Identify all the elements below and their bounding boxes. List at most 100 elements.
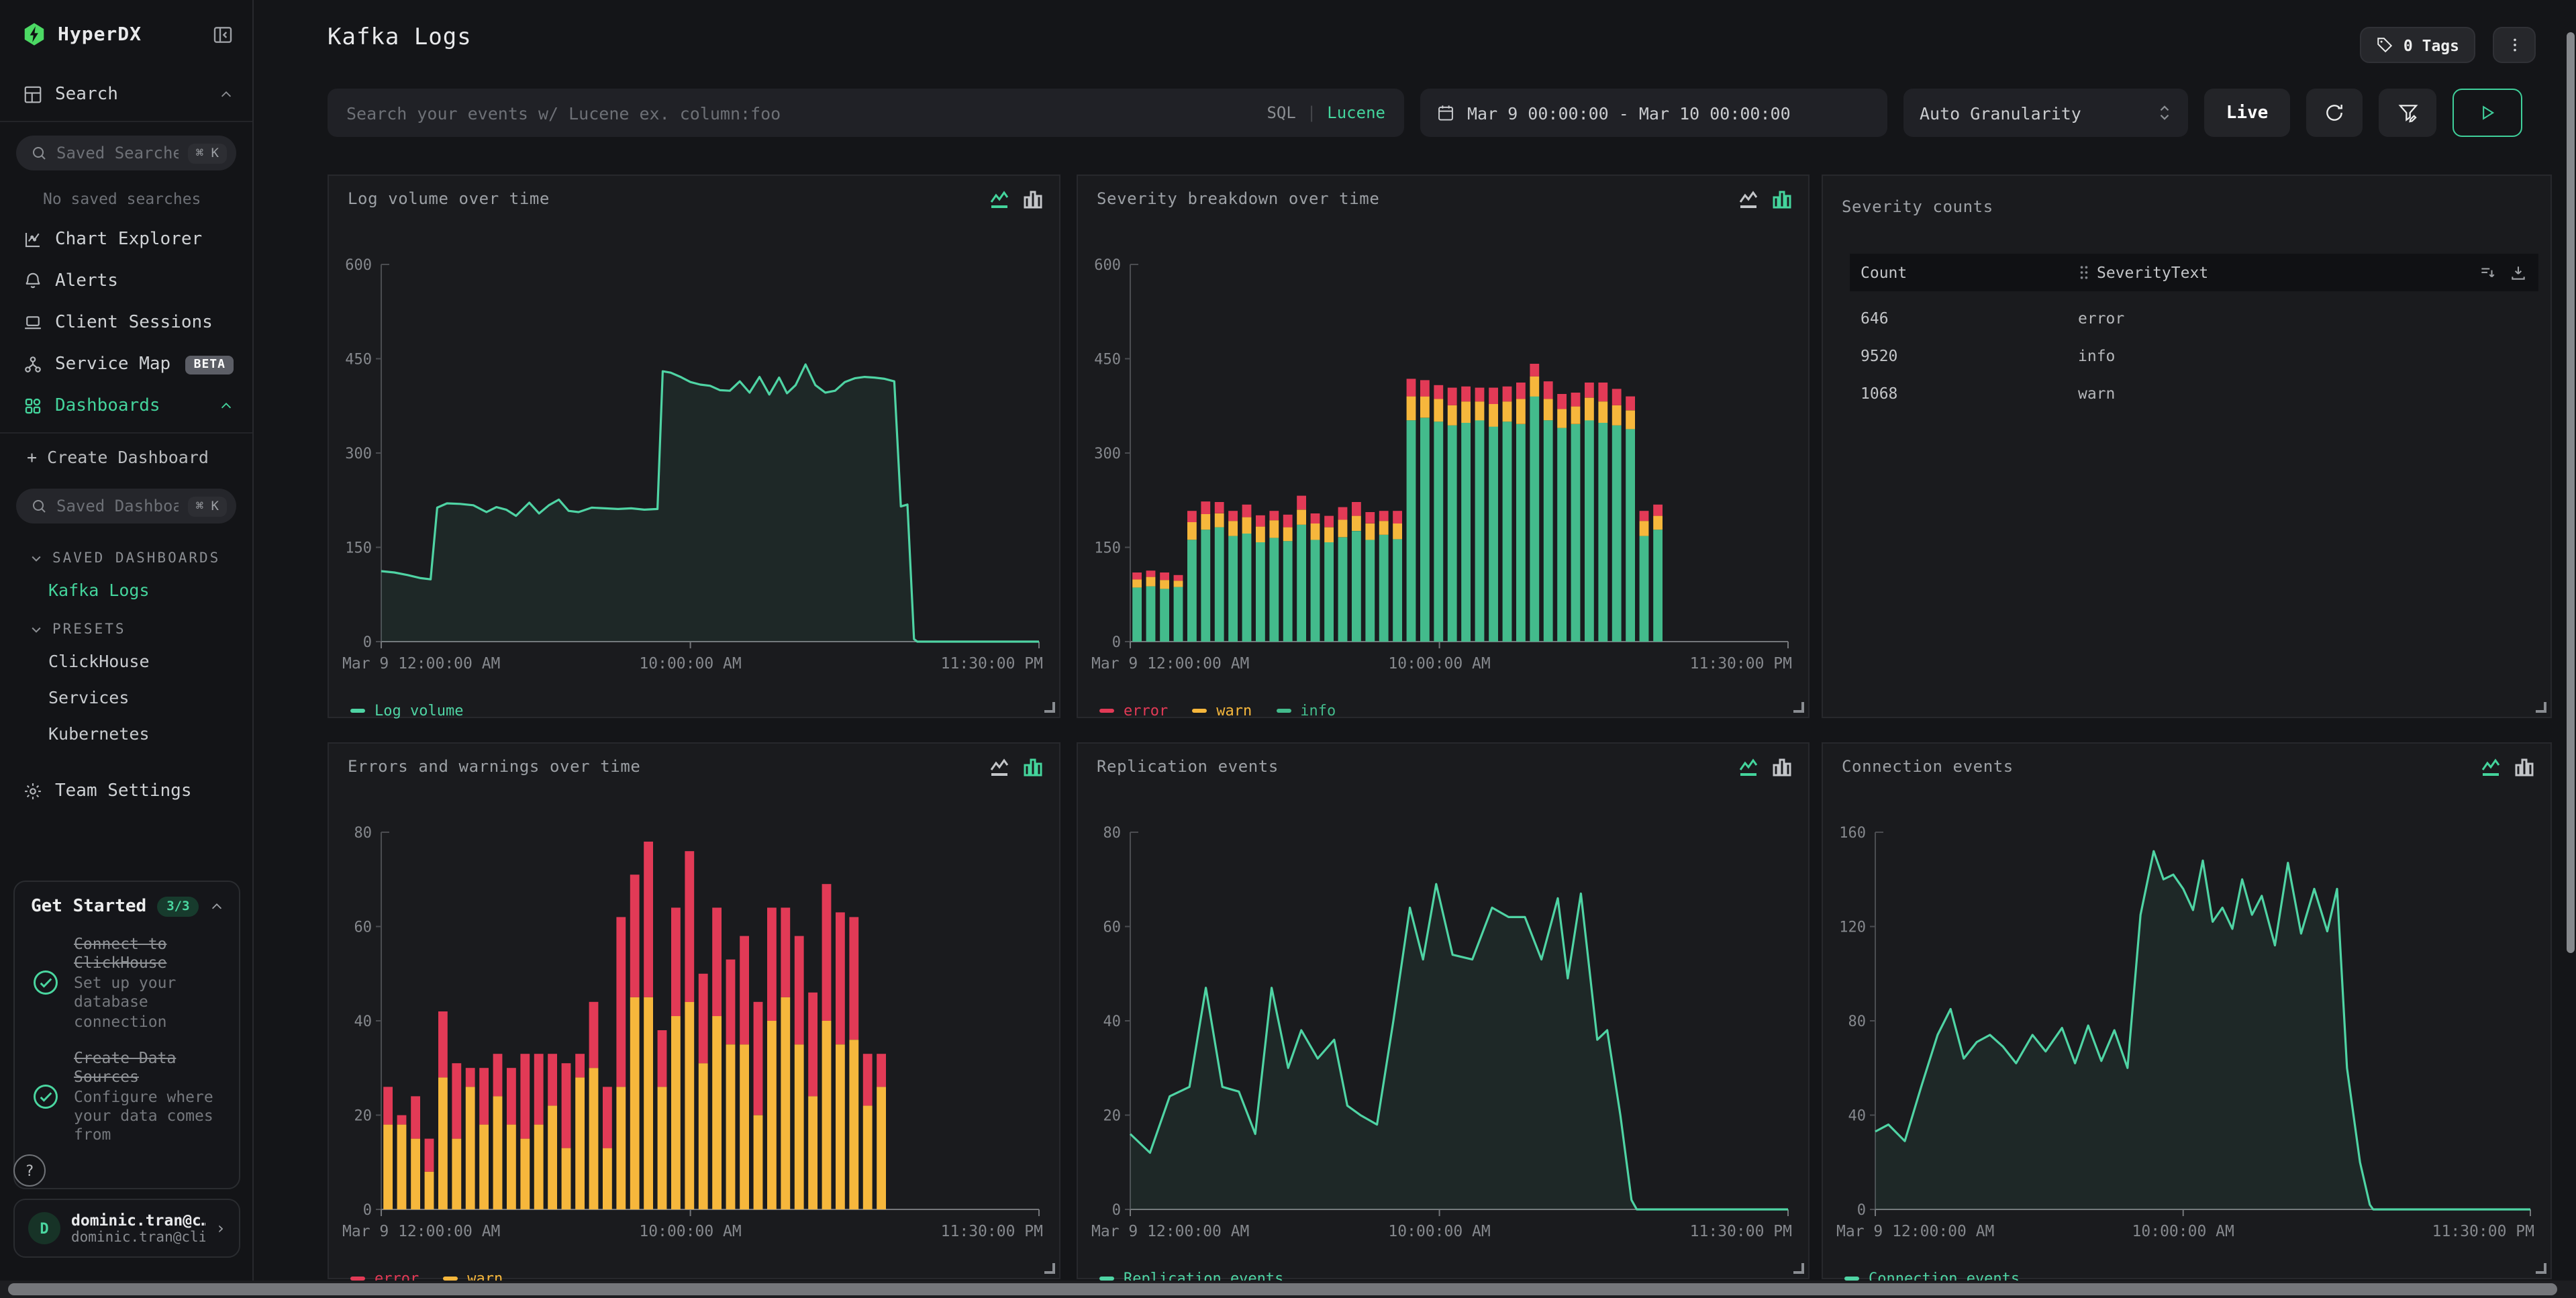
user-menu[interactable]: D dominic.tran@c… dominic.tran@cli… ›: [13, 1199, 240, 1258]
panel-resize-handle[interactable]: [1044, 1263, 1055, 1274]
event-search-input[interactable]: Search your events w/ Lucene ex. column:…: [328, 89, 1404, 137]
chart-plot[interactable]: 020406080Mar 9 12:00:00 AM10:00:00 AM11:…: [340, 819, 1046, 1262]
refresh-button[interactable]: [2306, 89, 2363, 137]
panel-header[interactable]: Log volume over time: [348, 189, 1043, 221]
legend-swatch: [1844, 1277, 1859, 1280]
create-dashboard-button[interactable]: + Create Dashboard: [0, 439, 252, 475]
legend-item[interactable]: error: [1099, 702, 1168, 719]
svg-text:0: 0: [363, 634, 372, 651]
panel-title: Severity breakdown over time: [1097, 189, 1379, 208]
line-chart-icon[interactable]: [989, 189, 1009, 215]
drag-handle-icon[interactable]: [2078, 264, 2090, 281]
chart-plot[interactable]: 020406080Mar 9 12:00:00 AM10:00:00 AM11:…: [1089, 819, 1795, 1262]
chevron-up-icon[interactable]: [210, 899, 225, 914]
section-saved-dashboards[interactable]: SAVED DASHBOARDS: [0, 537, 252, 572]
download-icon[interactable]: [2509, 264, 2528, 281]
bar-chart-icon[interactable]: [1023, 189, 1043, 215]
tags-button[interactable]: 0 Tags: [2361, 27, 2475, 63]
brand[interactable]: HyperDX: [21, 21, 212, 47]
table-row[interactable]: 9520 info: [1850, 337, 2538, 375]
run-query-button[interactable]: [2453, 89, 2522, 137]
panel-resize-handle[interactable]: [2536, 702, 2546, 713]
line-chart-icon[interactable]: [989, 757, 1009, 783]
lucene-toggle[interactable]: Lucene: [1327, 103, 1385, 122]
sql-toggle[interactable]: SQL: [1267, 103, 1295, 122]
bar-chart-icon[interactable]: [1772, 757, 1792, 783]
chart-plot[interactable]: 0150300450600Mar 9 12:00:00 AM10:00:00 A…: [1089, 251, 1795, 694]
sidebar-item-chart-explorer[interactable]: Chart Explorer: [0, 219, 252, 260]
panel-header[interactable]: Connection events: [1842, 757, 2534, 789]
line-chart-icon[interactable]: [2481, 757, 2501, 783]
preset-item-services[interactable]: Services: [0, 679, 252, 715]
panel-resize-handle[interactable]: [1793, 1263, 1804, 1274]
bar-chart-icon[interactable]: [2514, 757, 2534, 783]
svg-text:0: 0: [1112, 634, 1121, 651]
panel-resize-handle[interactable]: [1044, 702, 1055, 713]
help-button[interactable]: ?: [13, 1154, 46, 1187]
saved-dashboards-input[interactable]: Saved Dashboards ⌘ K: [16, 489, 236, 523]
sidebar-item-team-settings[interactable]: Team Settings: [0, 770, 252, 812]
search-nav-icon: [23, 85, 43, 105]
sidebar-item-alerts[interactable]: Alerts: [0, 260, 252, 302]
svg-text:80: 80: [1103, 825, 1122, 842]
panel-severity-counts: Severity counts Count SeverityText: [1822, 174, 2552, 718]
sidebar-item-service-map[interactable]: Service Map BETA: [0, 344, 252, 385]
horizontal-scrollbar[interactable]: [8, 1283, 2557, 1295]
section-presets[interactable]: PRESETS: [0, 608, 252, 643]
chart-plot[interactable]: 04080120160Mar 9 12:00:00 AM10:00:00 AM1…: [1834, 819, 2537, 1262]
saved-searches-input[interactable]: Saved Searches ⌘ K: [16, 136, 236, 170]
table-row[interactable]: 646 error: [1850, 299, 2538, 337]
vertical-scrollbar[interactable]: [2567, 32, 2575, 953]
date-range-picker[interactable]: Mar 9 00:00:00 - Mar 10 00:00:00: [1420, 89, 1887, 137]
legend-item[interactable]: warn: [1192, 702, 1252, 719]
dashboard-item-kafka-logs[interactable]: Kafka Logs: [0, 572, 252, 608]
granularity-select[interactable]: Auto Granularity: [1903, 89, 2188, 137]
live-button[interactable]: Live: [2204, 89, 2290, 137]
filter-button[interactable]: [2379, 89, 2436, 137]
date-range-value: Mar 9 00:00:00 - Mar 10 00:00:00: [1467, 103, 1791, 123]
sidebar-item-dashboards[interactable]: Dashboards: [0, 385, 252, 427]
chart-legend: Log volume: [350, 702, 463, 719]
svg-text:11:30:00 PM: 11:30:00 PM: [2432, 1223, 2534, 1240]
chart-plot[interactable]: 0150300450600Mar 9 12:00:00 AM10:00:00 A…: [340, 251, 1046, 694]
get-started-item[interactable]: Create Data Sources Configure where your…: [31, 1048, 223, 1145]
app-window: HyperDX Search Saved Searches ⌘ K No sav…: [0, 0, 2576, 1298]
get-started-item[interactable]: Connect to ClickHouse Set up your databa…: [31, 934, 223, 1031]
panel-menu-button[interactable]: [2493, 27, 2536, 63]
preset-item-kubernetes[interactable]: Kubernetes: [0, 715, 252, 752]
line-chart-icon[interactable]: [1738, 189, 1758, 215]
legend-item[interactable]: info: [1276, 702, 1336, 719]
panel-header[interactable]: Replication events: [1097, 757, 1792, 789]
get-started-item-title: Create Data Sources: [74, 1048, 223, 1087]
column-header-severitytext[interactable]: SeverityText: [2097, 263, 2208, 282]
legend-item[interactable]: Log volume: [350, 702, 463, 719]
preset-item-clickhouse[interactable]: ClickHouse: [0, 643, 252, 679]
panel-header[interactable]: Errors and warnings over time: [348, 757, 1043, 789]
svg-text:10:00:00 AM: 10:00:00 AM: [639, 1223, 741, 1240]
panel-header[interactable]: Severity breakdown over time: [1097, 189, 1792, 221]
chart-legend: error warn info: [1099, 702, 1336, 719]
column-header-count[interactable]: Count: [1850, 263, 2078, 282]
avatar: D: [28, 1212, 60, 1244]
sidebar-item-search[interactable]: Search: [0, 74, 252, 115]
sidebar-item-client-sessions[interactable]: Client Sessions: [0, 302, 252, 344]
panel-resize-handle[interactable]: [1793, 702, 1804, 713]
legend-swatch: [1099, 1277, 1114, 1280]
sidebar-collapse-icon[interactable]: [212, 23, 234, 45]
get-started-title: Get Started: [31, 897, 146, 917]
svg-text:60: 60: [354, 919, 373, 936]
bar-chart-icon[interactable]: [1023, 757, 1043, 783]
panel-connection-events: Connection events 04080120160Mar 9 12:00…: [1822, 742, 2552, 1279]
panel-resize-handle[interactable]: [2536, 1263, 2546, 1274]
sidebar-item-label: Alerts: [55, 271, 234, 291]
granularity-value: Auto Granularity: [1920, 103, 2157, 123]
bar-chart-icon[interactable]: [1772, 189, 1792, 215]
get-started-progress-badge: 3/3: [157, 897, 199, 917]
brand-name: HyperDX: [58, 23, 142, 45]
legend-swatch: [350, 1277, 365, 1280]
table-row[interactable]: 1068 warn: [1850, 375, 2538, 412]
sort-icon[interactable]: [2478, 264, 2497, 281]
saved-dashboards-placeholder: Saved Dashboards: [56, 497, 179, 515]
line-chart-icon[interactable]: [1738, 757, 1758, 783]
panel-header[interactable]: Severity counts: [1842, 197, 2534, 230]
